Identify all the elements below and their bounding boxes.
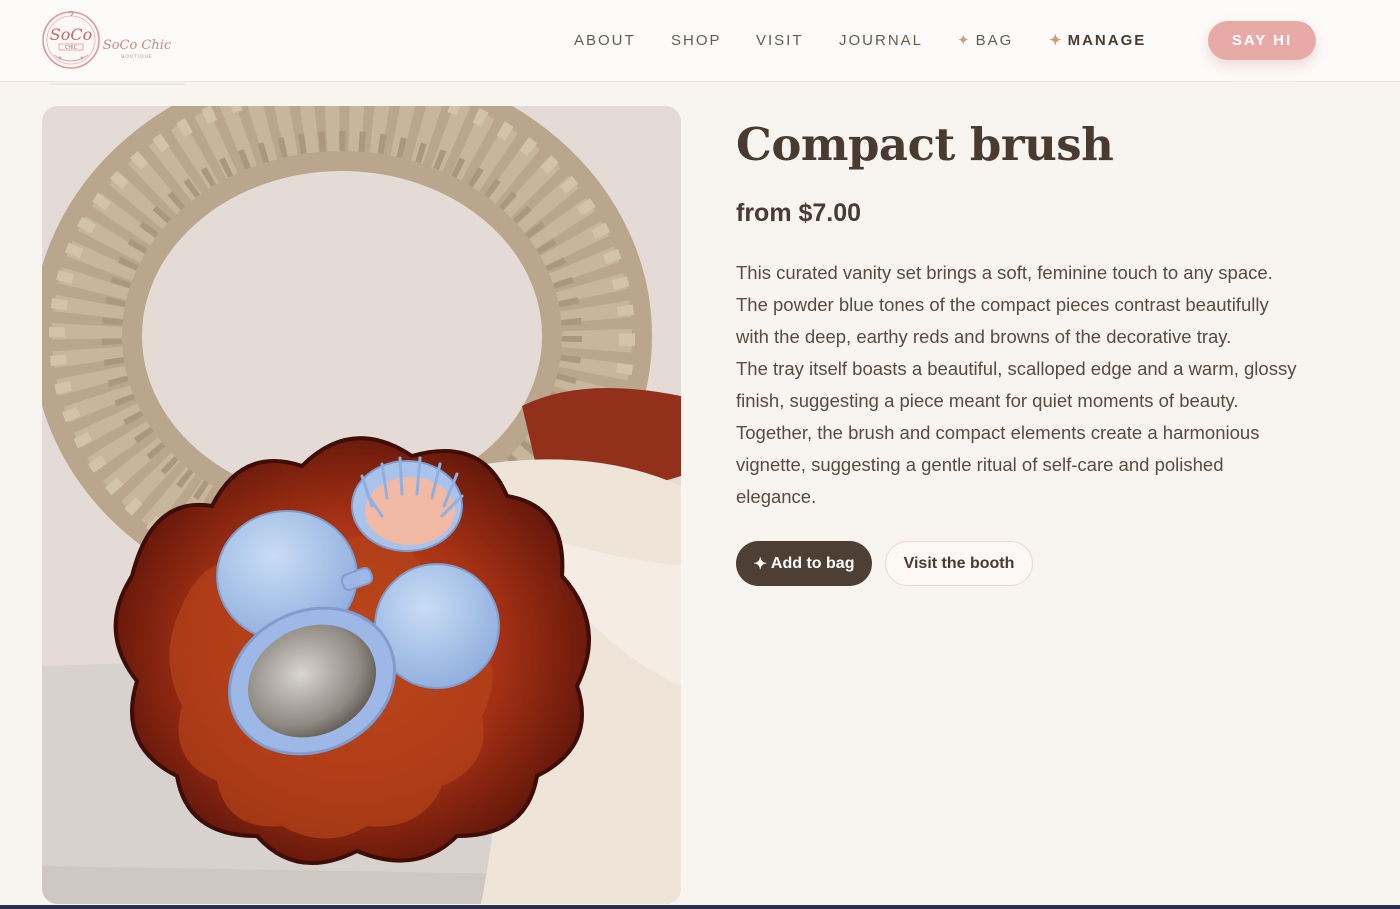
add-to-bag-button[interactable]: ✦ Add to bag (736, 541, 872, 586)
product-price: from $7.00 (736, 199, 862, 227)
page-bottom-bar (0, 905, 1400, 909)
logo-wordmark-sub: BOUTIQUE (121, 54, 153, 60)
description-line: The powder blue tones of the compact pie… (736, 294, 1269, 315)
nav-about[interactable]: ABOUT (574, 31, 636, 51)
description-line: finish, suggesting a piece meant for qui… (736, 390, 1239, 411)
sparkle-icon: ✦ (1049, 32, 1062, 49)
nav-manage-label: MANAGE (1067, 32, 1147, 49)
visit-booth-button[interactable]: Visit the booth (885, 541, 1033, 586)
add-to-bag-label: Add to bag (770, 554, 855, 572)
description-line: with the deep, earthy reds and browns of… (736, 326, 1232, 347)
sparkle-icon: ✦ (753, 555, 767, 573)
nav-visit[interactable]: VISIT (756, 31, 804, 51)
main-nav: ABOUT SHOP VISIT JOURNAL ✦ BAG ✦ MANAGE (0, 31, 1400, 51)
description-line: vignette, suggesting a gentle ritual of … (736, 454, 1224, 475)
description-line: The tray itself boasts a beautiful, scal… (736, 358, 1297, 379)
description-line: Together, the brush and compact elements… (736, 422, 1260, 443)
say-hi-button[interactable]: SAY HI (1208, 21, 1316, 60)
nav-shop[interactable]: SHOP (671, 31, 722, 51)
nav-manage[interactable]: ✦ MANAGE (1049, 31, 1146, 51)
description-line: This curated vanity set brings a soft, f… (736, 262, 1273, 283)
site-header: SoCo CHIC SoCo Chic BOUTIQUE ABOUT SHOP … (0, 0, 1400, 82)
description-line: elegance. (736, 486, 817, 507)
product-title: Compact brush (736, 118, 1114, 171)
product-description: This curated vanity set brings a soft, f… (736, 257, 1326, 513)
product-image (42, 106, 681, 904)
sparkle-icon: ✦ (957, 32, 970, 49)
nav-bag[interactable]: ✦ BAG (957, 31, 1013, 51)
logo-underline (50, 83, 185, 85)
nav-journal[interactable]: JOURNAL (839, 31, 923, 51)
nav-bag-label: BAG (975, 32, 1014, 49)
